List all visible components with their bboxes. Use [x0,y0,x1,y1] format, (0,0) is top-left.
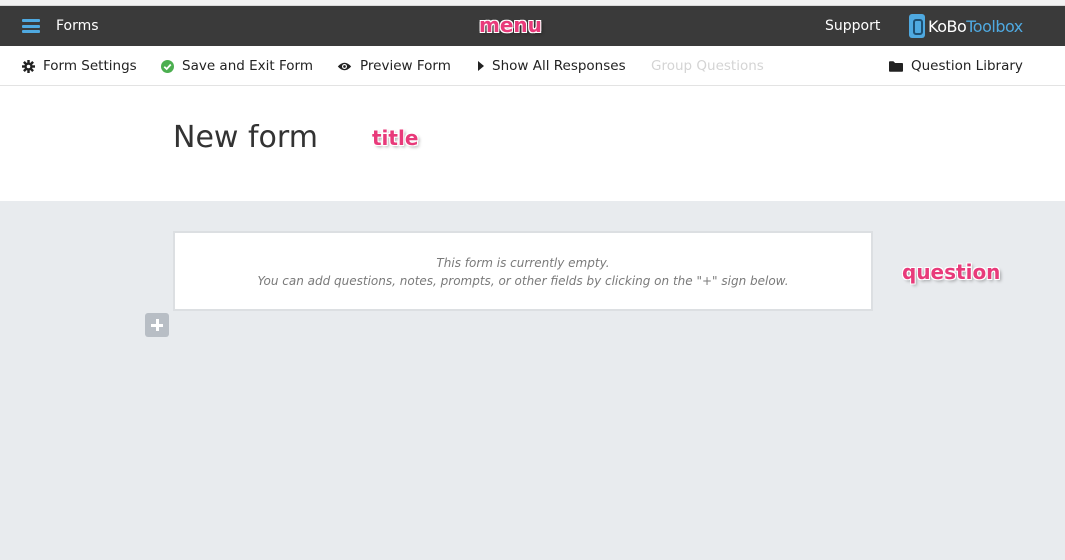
add-question-plus-icon[interactable] [145,313,169,337]
annotation-menu: menu [479,13,542,37]
form-title[interactable]: New form [173,120,318,155]
logo-text-toolbox: Toolbox [966,16,1023,36]
show-all-responses-button[interactable]: Show All Responses [478,58,626,74]
support-link[interactable]: Support [825,18,880,34]
empty-form-message-box: This form is currently empty. You can ad… [173,231,873,311]
preview-form-button[interactable]: Preview Form [337,58,451,74]
form-settings-button[interactable]: Form Settings [22,58,137,74]
form-settings-label: Form Settings [43,58,137,74]
preview-form-label: Preview Form [360,58,451,74]
hamburger-menu-icon[interactable] [22,19,40,33]
group-questions-button[interactable]: Group Questions [651,58,764,74]
gear-icon [22,59,35,73]
section-title: Forms [56,18,99,34]
group-questions-label: Group Questions [651,58,764,74]
check-circle-icon [161,59,174,73]
annotation-question: question [902,260,1001,284]
kobo-logo-icon [909,14,925,38]
question-library-button[interactable]: Question Library [889,58,1023,74]
form-title-area: New form [0,86,1065,201]
save-and-exit-button[interactable]: Save and Exit Form [161,58,313,74]
empty-form-message-line2: You can add questions, notes, prompts, o… [257,274,789,288]
logo-text-kobo: KoBo [928,16,967,36]
question-library-label: Question Library [911,58,1023,74]
show-all-responses-label: Show All Responses [492,58,626,74]
annotation-title: title [372,126,419,150]
folder-icon [889,60,903,72]
kobotoolbox-logo[interactable]: KoBo Toolbox [909,12,1023,40]
caret-right-icon [478,61,484,71]
eye-icon [337,62,352,70]
empty-form-message-line1: This form is currently empty. [436,256,610,270]
form-builder-toolbar: Form Settings Save and Exit Form Preview… [0,46,1065,86]
save-and-exit-label: Save and Exit Form [182,58,313,74]
